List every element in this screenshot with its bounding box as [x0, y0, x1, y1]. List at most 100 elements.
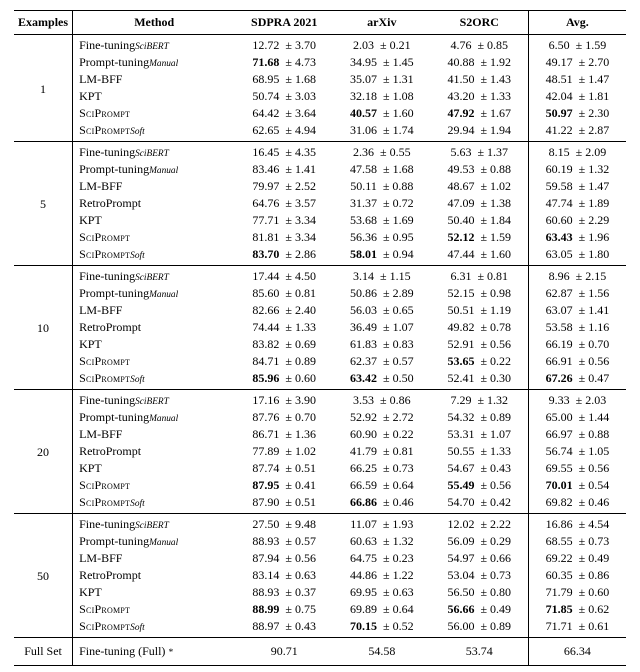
- method-cell: SciPrompt: [73, 477, 236, 494]
- table-row: LM-BFF68.95 ± 1.6835.07 ± 1.3141.50 ± 1.…: [14, 71, 626, 88]
- value-cell: 70.15 ± 0.52: [333, 618, 431, 638]
- value-cell: 69.22 ± 0.49: [528, 550, 626, 567]
- value-cell: 56.66 ± 0.49: [431, 601, 529, 618]
- value-cell: 66.25 ± 0.73: [333, 460, 431, 477]
- col-method: Method: [73, 11, 236, 35]
- value-cell: 63.05 ± 1.80: [528, 246, 626, 266]
- method-cell: KPT: [73, 584, 236, 601]
- value-cell: 85.96 ± 0.60: [235, 370, 333, 390]
- value-cell: 56.03 ± 0.65: [333, 302, 431, 319]
- method-cell: Prompt-tuningManual: [73, 161, 236, 178]
- method-cell: KPT: [73, 212, 236, 229]
- value-cell: 3.14 ± 1.15: [333, 266, 431, 286]
- value-cell: 77.89 ± 1.02: [235, 443, 333, 460]
- value-cell: 40.88 ± 1.92: [431, 54, 529, 71]
- value-cell: 52.41 ± 0.30: [431, 370, 529, 390]
- value-cell: 27.50 ± 9.48: [235, 514, 333, 534]
- value-cell: 49.17 ± 2.70: [528, 54, 626, 71]
- value-cell: 50.40 ± 1.84: [431, 212, 529, 229]
- value-cell: 88.93 ± 0.37: [235, 584, 333, 601]
- method-cell: KPT: [73, 88, 236, 105]
- value-cell: 77.71 ± 3.34: [235, 212, 333, 229]
- value-cell: 29.94 ± 1.94: [431, 122, 529, 142]
- value-cell: 3.53 ± 0.86: [333, 390, 431, 410]
- value-cell: 69.89 ± 0.64: [333, 601, 431, 618]
- table-row: LM-BFF86.71 ± 1.3660.90 ± 0.2253.31 ± 1.…: [14, 426, 626, 443]
- value-cell: 62.87 ± 1.56: [528, 285, 626, 302]
- value-cell: 53.04 ± 0.73: [431, 567, 529, 584]
- value-cell: 56.00 ± 0.89: [431, 618, 529, 638]
- examples-cell: 5: [14, 142, 73, 266]
- value-cell: 52.12 ± 1.59: [431, 229, 529, 246]
- method-cell: Prompt-tuningManual: [73, 285, 236, 302]
- table-row: 10Fine-tuningSciBERT17.44 ± 4.503.14 ± 1…: [14, 266, 626, 286]
- value-cell: 67.26 ± 0.47: [528, 370, 626, 390]
- value-cell: 64.42 ± 3.64: [235, 105, 333, 122]
- table-row: RetroPrompt74.44 ± 1.3336.49 ± 1.0749.82…: [14, 319, 626, 336]
- method-cell: SciPrompt: [73, 229, 236, 246]
- method-cell: LM-BFF: [73, 426, 236, 443]
- table-row: RetroPrompt77.89 ± 1.0241.79 ± 0.8150.55…: [14, 443, 626, 460]
- table-row: LM-BFF82.66 ± 2.4056.03 ± 0.6550.51 ± 1.…: [14, 302, 626, 319]
- value-cell: 83.70 ± 2.86: [235, 246, 333, 266]
- value-cell: 71.71 ± 0.61: [528, 618, 626, 638]
- table-row: KPT50.74 ± 3.0332.18 ± 1.0843.20 ± 1.334…: [14, 88, 626, 105]
- value-cell: 47.92 ± 1.67: [431, 105, 529, 122]
- value-cell: 69.55 ± 0.56: [528, 460, 626, 477]
- value-cell: 52.91 ± 0.56: [431, 336, 529, 353]
- value-cell: 43.20 ± 1.33: [431, 88, 529, 105]
- value-cell: 66.59 ± 0.64: [333, 477, 431, 494]
- value-cell: 87.76 ± 0.70: [235, 409, 333, 426]
- value-cell: 2.36 ± 0.55: [333, 142, 431, 162]
- value-cell: 66.91 ± 0.56: [528, 353, 626, 370]
- value-cell: 62.65 ± 4.94: [235, 122, 333, 142]
- value-cell: 6.31 ± 0.81: [431, 266, 529, 286]
- table-row: KPT88.93 ± 0.3769.95 ± 0.6356.50 ± 0.807…: [14, 584, 626, 601]
- value-cell: 17.16 ± 3.90: [235, 390, 333, 410]
- value-cell: 69.82 ± 0.46: [528, 494, 626, 514]
- value-cell: 12.02 ± 2.22: [431, 514, 529, 534]
- value-cell: 79.97 ± 2.52: [235, 178, 333, 195]
- value-cell: 7.29 ± 1.32: [431, 390, 529, 410]
- table-row: 20Fine-tuningSciBERT17.16 ± 3.903.53 ± 0…: [14, 390, 626, 410]
- value-cell: 58.01 ± 0.94: [333, 246, 431, 266]
- value-cell: 55.49 ± 0.56: [431, 477, 529, 494]
- value-cell: 50.11 ± 0.88: [333, 178, 431, 195]
- table-row: Prompt-tuningManual88.93 ± 0.5760.63 ± 1…: [14, 533, 626, 550]
- method-cell: RetroPrompt: [73, 195, 236, 212]
- value-cell: 68.55 ± 0.73: [528, 533, 626, 550]
- table-row: 50Fine-tuningSciBERT27.50 ± 9.4811.07 ± …: [14, 514, 626, 534]
- value-cell: 53.58 ± 1.16: [528, 319, 626, 336]
- value-cell: 54.97 ± 0.66: [431, 550, 529, 567]
- method-cell: SciPromptSoft: [73, 494, 236, 514]
- table-row: Prompt-tuningManual71.68 ± 4.7334.95 ± 1…: [14, 54, 626, 71]
- value-cell: 87.94 ± 0.56: [235, 550, 333, 567]
- table-row: KPT83.82 ± 0.6961.83 ± 0.8352.91 ± 0.566…: [14, 336, 626, 353]
- table-row: SciPrompt64.42 ± 3.6440.57 ± 1.6047.92 ±…: [14, 105, 626, 122]
- method-cell: SciPrompt: [73, 353, 236, 370]
- value-cell: 71.68 ± 4.73: [235, 54, 333, 71]
- value-cell: 65.00 ± 1.44: [528, 409, 626, 426]
- value-cell: 47.74 ± 1.89: [528, 195, 626, 212]
- value-cell: 88.93 ± 0.57: [235, 533, 333, 550]
- value-cell: 5.63 ± 1.37: [431, 142, 529, 162]
- method-cell: RetroPrompt: [73, 319, 236, 336]
- value-cell: 69.95 ± 0.63: [333, 584, 431, 601]
- value-cell: 63.07 ± 1.41: [528, 302, 626, 319]
- value-cell: 66.97 ± 0.88: [528, 426, 626, 443]
- value-cell: 88.99 ± 0.75: [235, 601, 333, 618]
- table-row: SciPromptSoft85.96 ± 0.6063.42 ± 0.5052.…: [14, 370, 626, 390]
- value-cell: 56.36 ± 0.95: [333, 229, 431, 246]
- method-cell: KPT: [73, 460, 236, 477]
- value-cell: 49.53 ± 0.88: [431, 161, 529, 178]
- examples-cell: 50: [14, 514, 73, 638]
- value-cell: 54.32 ± 0.89: [431, 409, 529, 426]
- results-table: Examples Method SDPRA 2021 arXiv S2ORC A…: [14, 10, 626, 666]
- method-cell: SciPromptSoft: [73, 246, 236, 266]
- value-cell: 74.44 ± 1.33: [235, 319, 333, 336]
- value-cell: 60.63 ± 1.32: [333, 533, 431, 550]
- table-row: SciPromptSoft83.70 ± 2.8658.01 ± 0.9447.…: [14, 246, 626, 266]
- method-cell: RetroPrompt: [73, 567, 236, 584]
- value-cell: 87.74 ± 0.51: [235, 460, 333, 477]
- value-cell: 83.82 ± 0.69: [235, 336, 333, 353]
